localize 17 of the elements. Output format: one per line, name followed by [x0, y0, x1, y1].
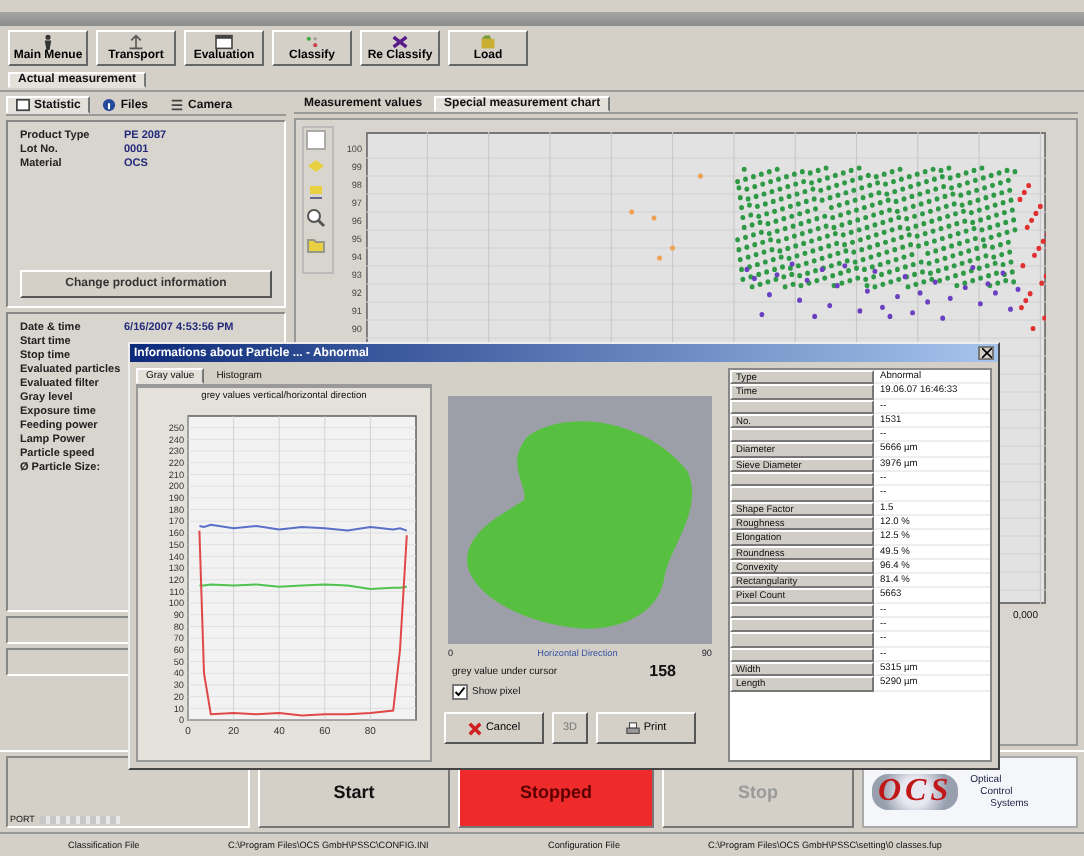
logo-letters: OCS — [872, 774, 959, 810]
checkbox[interactable] — [452, 684, 468, 700]
window-icon — [214, 34, 234, 50]
dots-icon — [302, 34, 322, 50]
printer-icon — [625, 721, 640, 735]
cancel-icon — [467, 721, 482, 735]
folder-icon — [478, 34, 498, 50]
field-value: 158 — [649, 662, 676, 680]
zoom-icon[interactable] — [306, 208, 326, 228]
close-icon — [981, 348, 991, 358]
window-icon — [16, 98, 30, 112]
info-icon — [102, 98, 117, 112]
upload-arrow-icon — [126, 34, 146, 50]
close-button[interactable] — [978, 346, 994, 360]
port-indicator — [40, 816, 121, 824]
cross-icon — [390, 34, 410, 50]
list-icon — [170, 98, 185, 112]
